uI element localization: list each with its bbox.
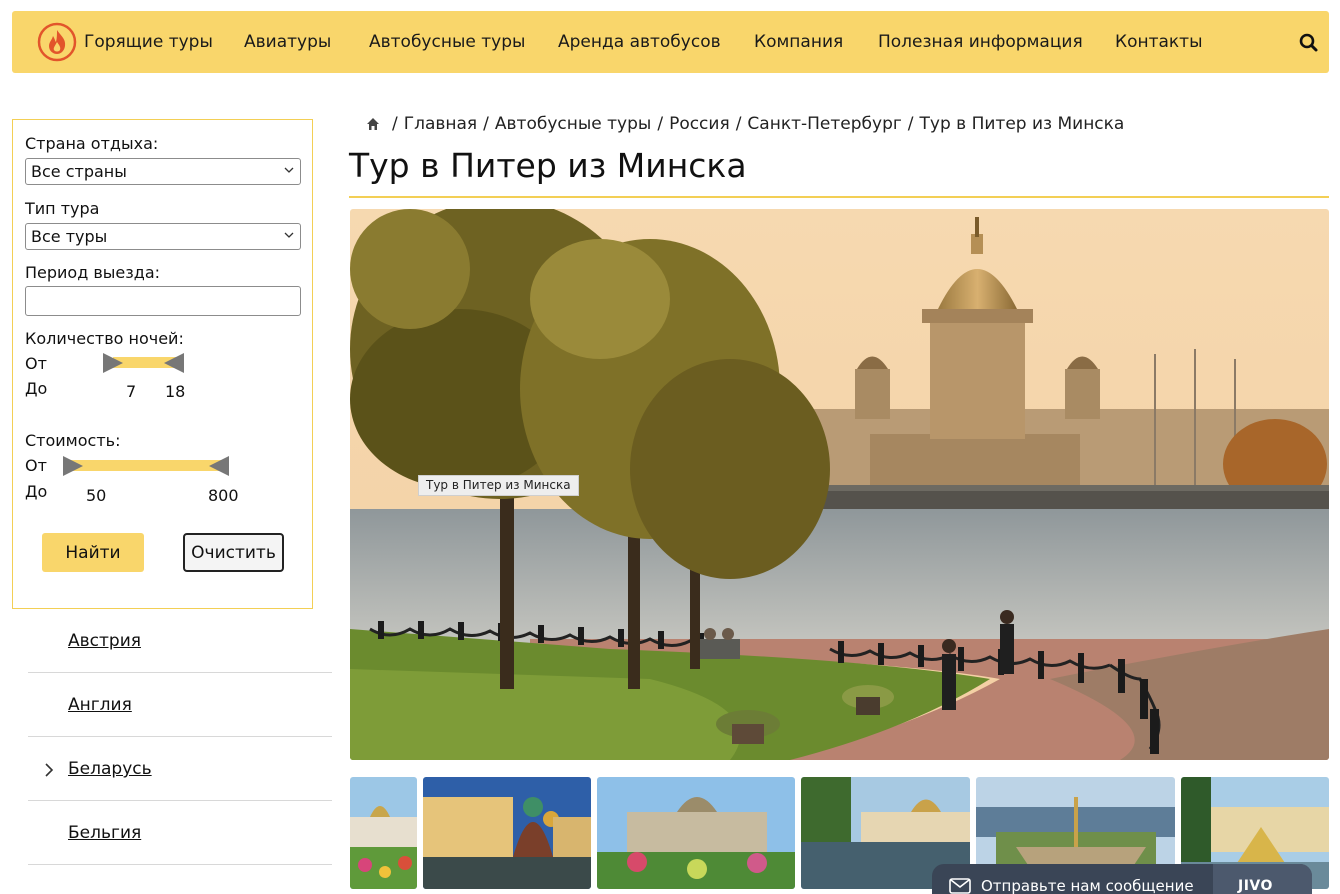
nights-from-label: От	[25, 354, 47, 373]
photo-caption-tooltip: Тур в Питер из Минска	[418, 475, 579, 496]
nav-contacts[interactable]: Контакты	[1115, 31, 1203, 53]
tour-filter-panel: Страна отдыха: Все страны Тип тура Все т…	[12, 119, 313, 609]
country-list-item: Австрия	[28, 609, 332, 673]
country-select-value: Все страны	[31, 162, 127, 181]
find-button[interactable]: Найти	[42, 533, 144, 572]
breadcrumb-russia[interactable]: Россия	[669, 114, 730, 134]
country-list-item: Беларусь	[28, 737, 332, 801]
hot-tours-flame-icon[interactable]	[37, 22, 77, 62]
chevron-down-icon	[284, 167, 294, 173]
breadcrumb-separator: /	[735, 114, 742, 134]
chat-widget[interactable]: Отправьте нам сообщение JIVO	[932, 864, 1312, 894]
breadcrumb-separator: /	[483, 114, 489, 134]
tour-type-select-value: Все туры	[31, 227, 108, 246]
breadcrumb-saint-petersburg[interactable]: Санкт-Петербург	[747, 114, 901, 134]
chat-brand-logo: JIVO	[1238, 878, 1273, 894]
cost-to-label: До	[25, 482, 48, 501]
home-icon[interactable]	[366, 117, 380, 131]
clear-button[interactable]: Очистить	[183, 533, 284, 572]
page-title: Тур в Питер из Минска	[349, 146, 747, 185]
nav-useful-info[interactable]: Полезная информация	[878, 31, 1083, 53]
departure-period-label: Период выезда:	[25, 263, 161, 282]
nights-max-value: 18	[165, 382, 186, 401]
country-link-belarus[interactable]: Беларусь	[68, 759, 152, 779]
nights-label: Количество ночей:	[25, 329, 184, 348]
title-divider	[349, 196, 1329, 198]
country-list-item: Бельгия	[28, 801, 332, 865]
cost-max-handle[interactable]	[209, 456, 229, 476]
nav-hot-tours[interactable]: Горящие туры	[84, 31, 213, 53]
breadcrumb-home[interactable]: Главная	[404, 114, 477, 134]
thumbnail-image[interactable]	[423, 777, 591, 889]
nav-company[interactable]: Компания	[754, 31, 843, 53]
country-label: Страна отдыха:	[25, 134, 159, 153]
cost-from-label: От	[25, 456, 47, 475]
cost-max-value: 800	[208, 486, 239, 505]
country-list-item: Англия	[28, 673, 332, 737]
nights-min-handle[interactable]	[103, 353, 123, 373]
thumbnail-image[interactable]	[597, 777, 795, 889]
nights-to-label: До	[25, 379, 48, 398]
chevron-down-icon	[284, 232, 294, 238]
top-navigation: Горящие туры Авиатуры Автобусные туры Ар…	[12, 11, 1329, 73]
breadcrumb-separator: /	[907, 114, 914, 134]
cost-min-value: 50	[86, 486, 107, 505]
breadcrumb-separator: /	[657, 114, 664, 134]
nav-bus-tours[interactable]: Автобусные туры	[369, 31, 525, 53]
tour-type-select[interactable]: Все туры	[25, 223, 301, 250]
cost-label: Стоимость:	[25, 431, 121, 450]
breadcrumb: / Главная / Автобусные туры / Россия / С…	[366, 114, 1124, 134]
country-link-belgium[interactable]: Бельгия	[68, 823, 141, 843]
chevron-right-icon[interactable]	[44, 763, 54, 777]
nights-max-handle[interactable]	[164, 353, 184, 373]
thumbnail-image[interactable]	[350, 777, 417, 889]
chat-message-prompt: Отправьте нам сообщение	[981, 877, 1194, 894]
search-icon[interactable]	[1298, 32, 1320, 54]
cost-min-handle[interactable]	[63, 456, 83, 476]
nav-air-tours[interactable]: Авиатуры	[244, 31, 331, 53]
breadcrumb-bus-tours[interactable]: Автобусные туры	[495, 114, 651, 134]
nav-bus-rental[interactable]: Аренда автобусов	[558, 31, 721, 53]
mail-icon	[949, 878, 971, 894]
tour-type-label: Тип тура	[25, 199, 100, 218]
country-link-england[interactable]: Англия	[68, 695, 132, 715]
country-select[interactable]: Все страны	[25, 158, 301, 185]
breadcrumb-current: Тур в Питер из Минска	[919, 114, 1125, 134]
nights-min-value: 7	[126, 382, 137, 401]
cost-range-track	[71, 460, 221, 471]
country-link-austria[interactable]: Австрия	[68, 631, 141, 651]
breadcrumb-separator: /	[392, 114, 398, 134]
departure-period-input[interactable]	[25, 286, 301, 316]
